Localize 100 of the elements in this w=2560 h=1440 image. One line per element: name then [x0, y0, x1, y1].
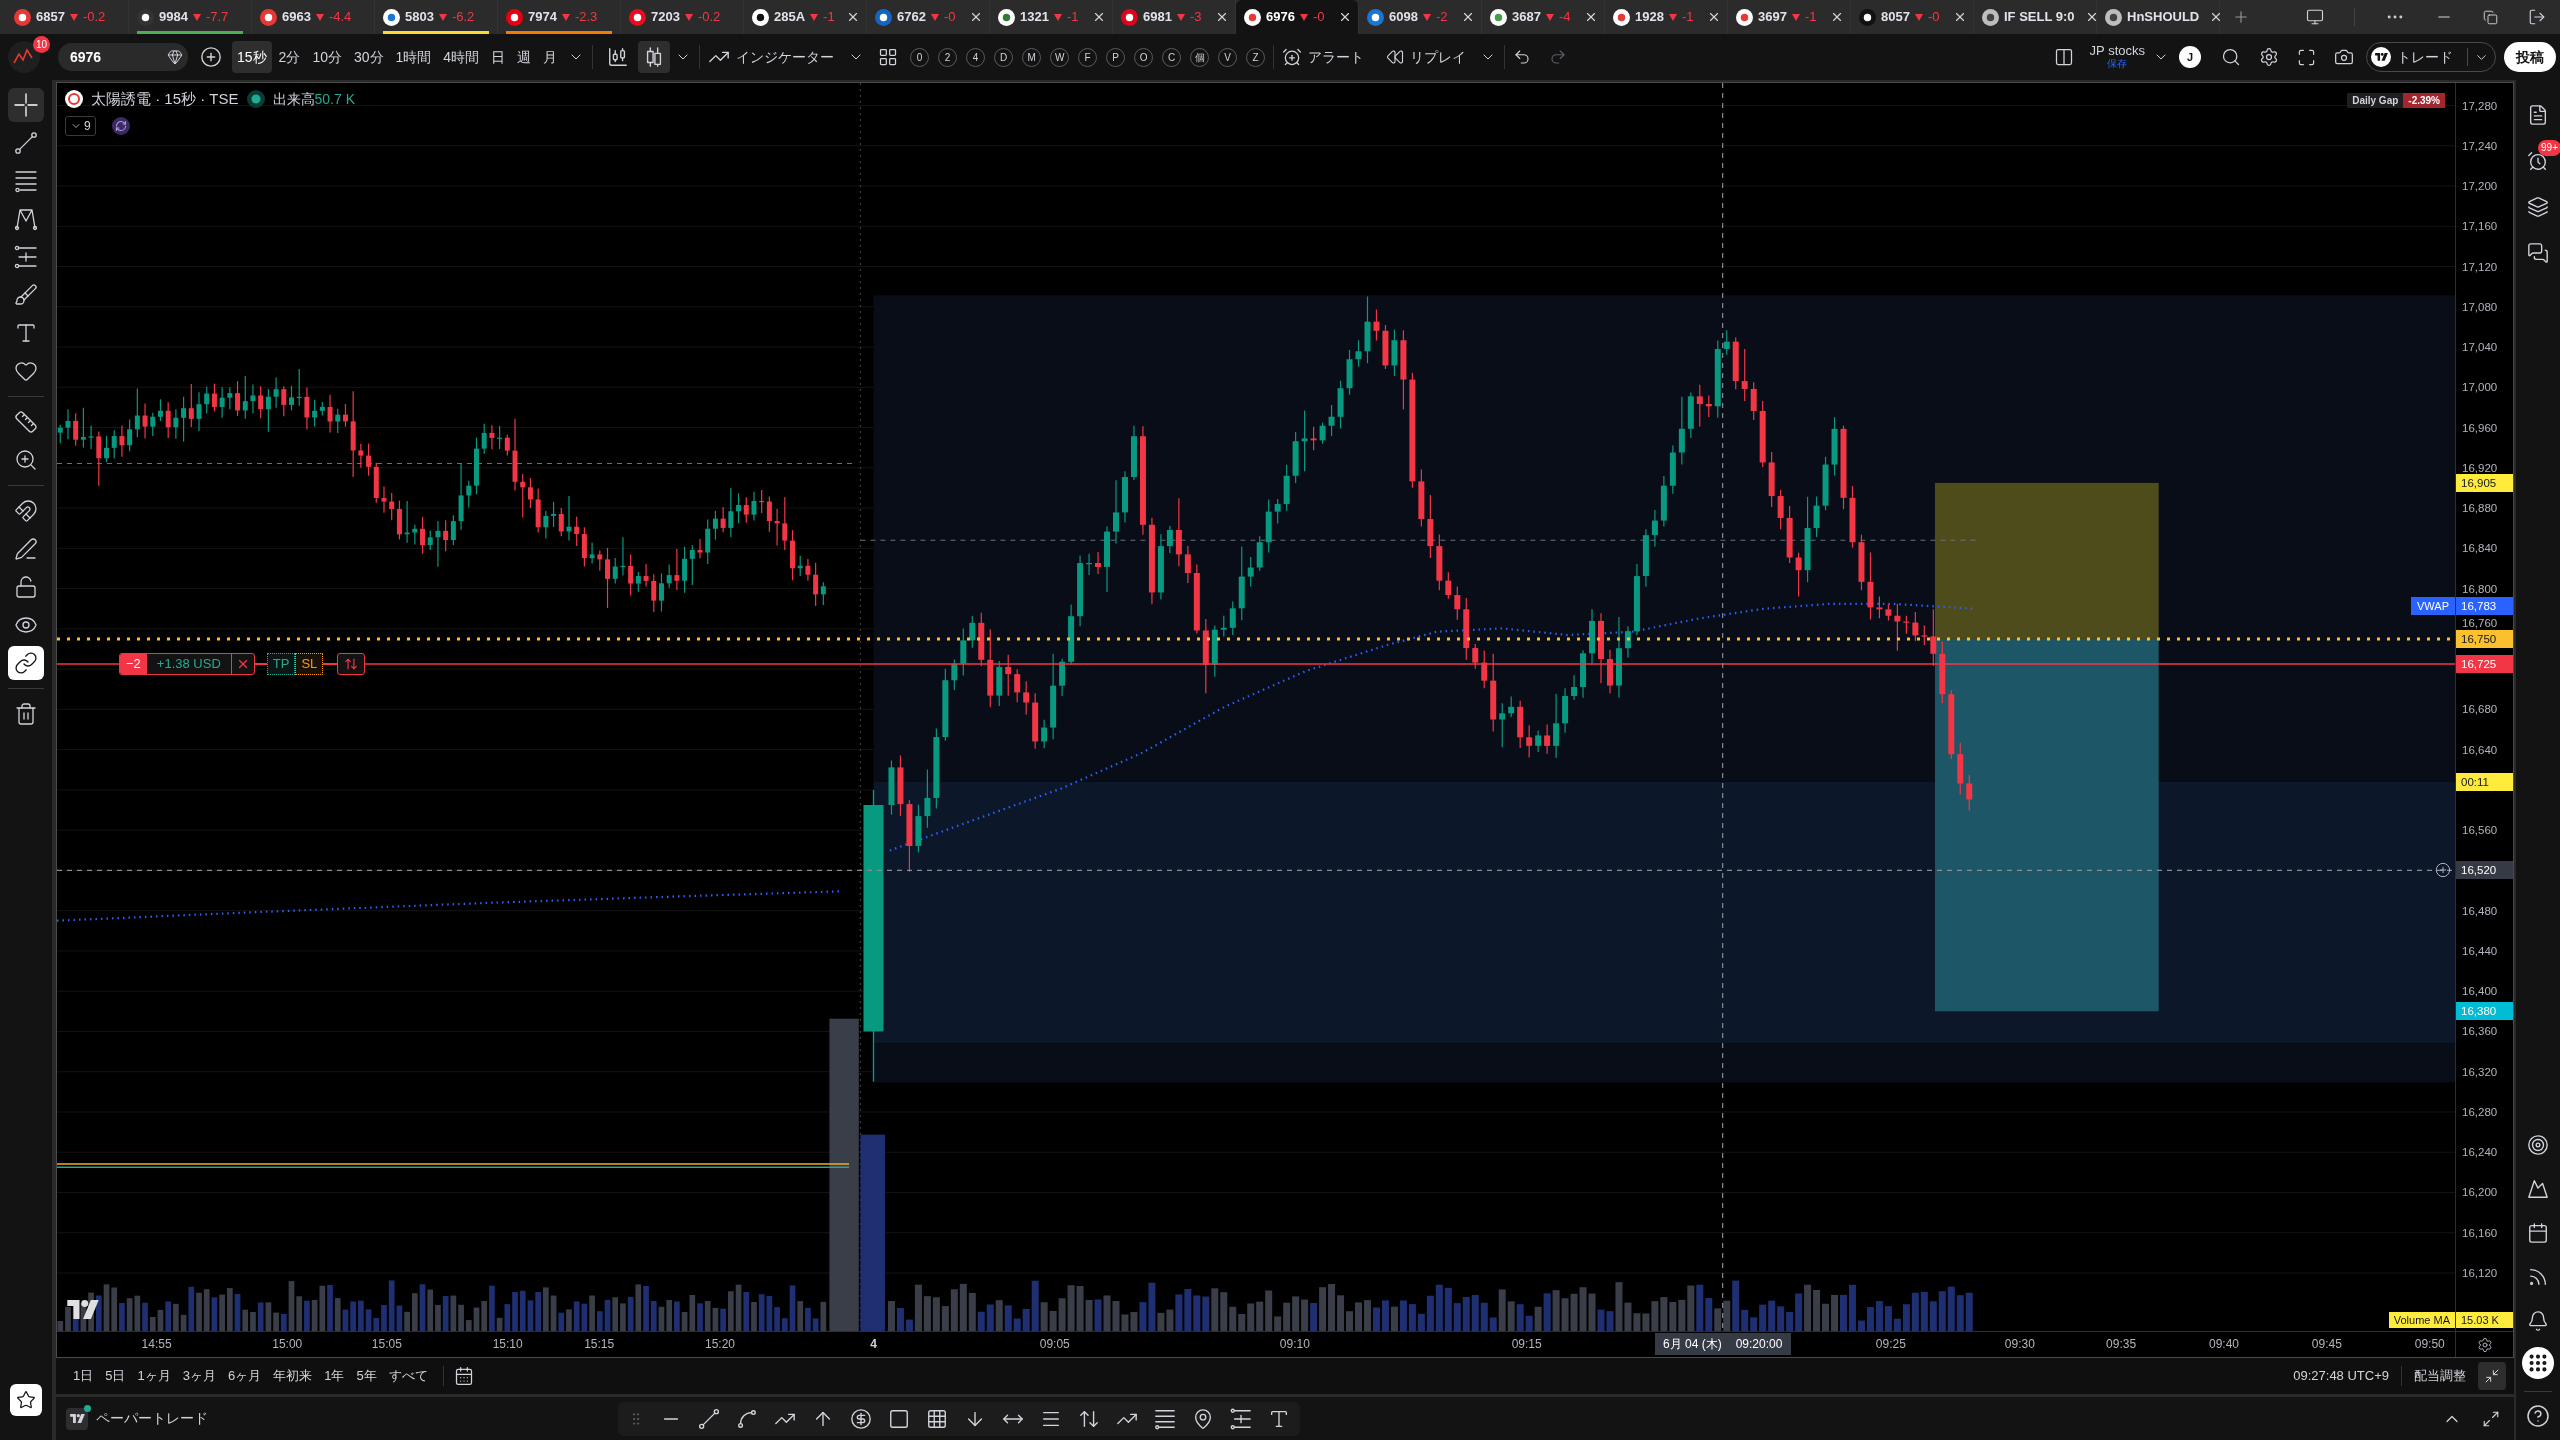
dollar-icon[interactable]: [850, 1407, 872, 1430]
collapse-button[interactable]: [2478, 1362, 2506, 1390]
fullscreen-icon[interactable]: [2297, 47, 2316, 67]
pencil-icon[interactable]: [14, 537, 38, 561]
exit-icon[interactable]: [2528, 8, 2546, 26]
rewind-icon[interactable]: [1386, 48, 1405, 66]
maximize-icon[interactable]: [2482, 1409, 2500, 1428]
grid-icon[interactable]: [878, 47, 899, 67]
close-icon[interactable]: [1092, 10, 1106, 24]
horizontal-lines-icon[interactable]: [14, 169, 38, 193]
close-icon[interactable]: [1338, 10, 1352, 24]
pattern-icon[interactable]: [14, 207, 38, 231]
alarm-clock-icon[interactable]: [2527, 150, 2549, 172]
magnet-icon[interactable]: [14, 499, 38, 523]
hotkey-button[interactable]: Z: [1246, 47, 1266, 67]
close-icon[interactable]: [1215, 10, 1229, 24]
indicators-toggle[interactable]: 9: [65, 116, 96, 136]
close-icon[interactable]: [1461, 10, 1475, 24]
close-icon[interactable]: [1707, 10, 1721, 24]
order-label[interactable]: −2 +1.38 USD: [119, 653, 255, 676]
refresh-icon[interactable]: [111, 117, 130, 135]
restore-icon[interactable]: [2483, 9, 2498, 25]
document-icon[interactable]: [2527, 104, 2549, 126]
monitor-icon[interactable]: [2306, 8, 2324, 26]
interval-button[interactable]: 1時間: [390, 41, 437, 73]
reverse-position-button[interactable]: [337, 653, 366, 676]
panel-title[interactable]: ペーパートレード: [96, 1408, 208, 1429]
close-icon[interactable]: [969, 10, 983, 24]
close-icon[interactable]: [846, 10, 860, 24]
search-icon[interactable]: [2221, 47, 2241, 67]
parallel-lines-icon[interactable]: [1230, 1407, 1252, 1430]
alarm-clock-icon[interactable]: [1282, 47, 1303, 67]
close-icon[interactable]: [1584, 10, 1598, 24]
settings-icon[interactable]: [2476, 1336, 2493, 1353]
trend-line-icon[interactable]: [14, 131, 38, 155]
diamond-icon[interactable]: [167, 49, 183, 65]
interval-button[interactable]: 週: [512, 41, 537, 73]
date-range-button[interactable]: 年初来: [268, 1363, 318, 1389]
date-range-button[interactable]: 1年: [319, 1363, 350, 1389]
interval-button[interactable]: 30分: [348, 41, 389, 73]
interval-button[interactable]: 4時間: [438, 41, 485, 73]
text-icon[interactable]: [14, 321, 38, 345]
interval-button[interactable]: 10分: [307, 41, 347, 73]
symbol-search-field[interactable]: 6976: [58, 43, 188, 71]
ruler-icon[interactable]: [14, 410, 38, 434]
redo-icon[interactable]: [1549, 48, 1568, 66]
mountain-icon[interactable]: [2527, 1178, 2549, 1200]
chart-style-button[interactable]: [638, 41, 671, 73]
date-range-button[interactable]: 5年: [351, 1363, 382, 1389]
date-range-button[interactable]: 1日: [68, 1363, 99, 1389]
new-tab-icon[interactable]: [2232, 8, 2250, 26]
browser-tab[interactable]: 6976 -0: [1236, 0, 1359, 34]
toggle-tool-button[interactable]: [8, 646, 44, 680]
drawing-tool-button[interactable]: [8, 88, 44, 122]
interval-button[interactable]: 日: [486, 41, 511, 73]
layout-icon[interactable]: [2053, 47, 2074, 67]
date-range-button[interactable]: 5日: [100, 1363, 131, 1389]
trash-icon[interactable]: [14, 702, 38, 726]
settings-icon[interactable]: [2259, 47, 2279, 67]
layers-icon[interactable]: [2527, 196, 2549, 218]
trend-line-icon[interactable]: [698, 1407, 720, 1430]
zoom-in-icon[interactable]: [14, 448, 38, 472]
replay-button[interactable]: リプレイ: [1410, 46, 1467, 68]
calendar-icon[interactable]: [453, 1366, 474, 1386]
table-icon[interactable]: [926, 1407, 948, 1430]
candlestick-icon[interactable]: [607, 46, 630, 68]
parallel-lines-icon[interactable]: [14, 245, 38, 269]
target-icon[interactable]: [2527, 1134, 2549, 1156]
user-avatar[interactable]: J: [2179, 46, 2201, 68]
date-range-button[interactable]: 1ヶ月: [132, 1363, 176, 1389]
interval-button[interactable]: 月: [538, 41, 563, 73]
date-range-button[interactable]: 3ヶ月: [177, 1363, 221, 1389]
camera-icon[interactable]: [2334, 47, 2354, 67]
rectangle-icon[interactable]: [888, 1407, 910, 1430]
curve-icon[interactable]: [736, 1407, 758, 1430]
chat-icon[interactable]: [2527, 242, 2549, 264]
unlock-icon[interactable]: [14, 575, 38, 599]
bell-icon[interactable]: [2527, 1310, 2549, 1332]
indicators-button[interactable]: インジケーター: [736, 46, 835, 68]
horizontal-lines-icon[interactable]: [1154, 1407, 1176, 1430]
close-icon[interactable]: [1830, 10, 1844, 24]
layout-button[interactable]: JP stocks 保存: [2089, 44, 2145, 70]
date-range-button[interactable]: すべて: [383, 1363, 433, 1389]
plus-circle-icon[interactable]: [2435, 862, 2451, 879]
stop-loss-button[interactable]: SL: [295, 653, 324, 676]
publish-button[interactable]: 投稿: [2504, 42, 2556, 72]
alert-button[interactable]: アラート: [1308, 46, 1365, 68]
brush-icon[interactable]: [14, 283, 38, 307]
take-profit-button[interactable]: TP: [266, 653, 296, 676]
pin-icon[interactable]: [1192, 1407, 1214, 1430]
calendar-icon[interactable]: [2527, 1222, 2549, 1244]
add-symbol-icon[interactable]: [200, 46, 222, 68]
close-icon[interactable]: [1953, 10, 1967, 24]
interval-button[interactable]: 15秒: [232, 41, 272, 73]
undo-icon[interactable]: [1513, 48, 1532, 66]
favorites-button[interactable]: [10, 1384, 42, 1416]
adjustment-button[interactable]: 配当調整: [2414, 1366, 2466, 1386]
clock-time[interactable]: 09:27:48 UTC+9: [2293, 1366, 2389, 1386]
help-icon[interactable]: [2526, 1404, 2550, 1428]
signal-icon[interactable]: [2527, 1266, 2549, 1288]
